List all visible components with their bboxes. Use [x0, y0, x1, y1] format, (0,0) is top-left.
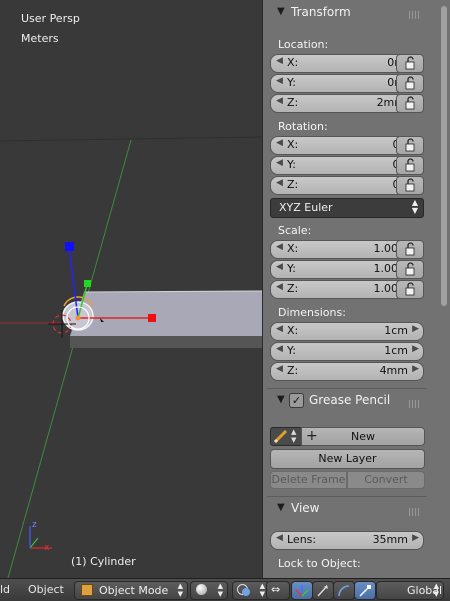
lock-scale-x-toggle[interactable]: [396, 240, 424, 259]
scale-manipulator-button[interactable]: [354, 581, 376, 600]
rotation-mode-select[interactable]: XYZ Euler ▲ ▼: [270, 198, 424, 218]
transform-panel-header[interactable]: ▼ Transform: [267, 4, 427, 24]
grease-pencil-selector[interactable]: ▲ ▼: [270, 427, 302, 446]
transform-orientation-select[interactable]: Global ▲ ▼: [376, 581, 444, 600]
dimensions-label: Dimensions:: [278, 306, 346, 319]
viewport-scene[interactable]: z x: [0, 0, 262, 578]
section-divider: [267, 388, 427, 389]
pivot-point-select[interactable]: ▲ ▼: [232, 581, 270, 600]
dimensions-y-field[interactable]: ◀ Y: 1cm ▶: [270, 342, 424, 361]
manipulator-icon: [295, 585, 309, 597]
lock-icon: [405, 282, 415, 296]
chevron-updown-icon: ▲ ▼: [259, 582, 265, 598]
lock-icon: [405, 178, 415, 192]
scale-label: Scale:: [278, 224, 312, 237]
3d-viewport[interactable]: User Persp Meters z x (1) Cylinder: [0, 0, 262, 578]
drag-handle-icon[interactable]: [409, 400, 421, 408]
arrows-icon: ⇔: [271, 583, 281, 596]
new-layer-button[interactable]: New Layer: [270, 449, 425, 469]
y-axis-line: [7, 139, 132, 578]
partial-menu-item[interactable]: ld: [0, 583, 10, 596]
cube-icon: [81, 584, 93, 596]
chevron-updown-icon: ▲ ▼: [217, 582, 223, 598]
translate-arrow-icon: [317, 585, 328, 597]
dimensions-z-field[interactable]: ◀ Z: 4mm ▶: [270, 362, 424, 381]
axis-widget: z x: [29, 520, 52, 553]
lock-rotation-y-toggle[interactable]: [396, 156, 424, 175]
lock-location-y-toggle[interactable]: [396, 74, 424, 93]
drag-handle-icon[interactable]: [409, 508, 421, 516]
lock-icon: [405, 262, 415, 276]
grease-pencil-checkbox[interactable]: ✓: [289, 393, 304, 408]
lock-icon: [405, 56, 415, 70]
solid-sphere-icon: [196, 584, 207, 595]
decrement-arrow-icon[interactable]: ◀: [276, 56, 283, 66]
new-grease-pencil-button[interactable]: + New: [301, 427, 425, 446]
chevron-updown-icon: ▲ ▼: [433, 582, 439, 598]
view-panel-header[interactable]: ▼ View: [267, 500, 427, 520]
transform-title: Transform: [291, 5, 351, 19]
collapse-triangle-icon: ▼: [277, 6, 285, 17]
grease-pencil-title: Grease Pencil: [309, 393, 391, 407]
rotate-manipulator-button[interactable]: [333, 581, 355, 600]
lock-rotation-z-toggle[interactable]: [396, 176, 424, 195]
grease-pencil-panel-header[interactable]: ▼ ✓ Grease Pencil: [267, 392, 427, 412]
svg-text:z: z: [32, 520, 37, 530]
chevron-updown-icon: ▲ ▼: [291, 428, 297, 444]
proportional-edit-toggle[interactable]: ⇔: [266, 581, 290, 600]
drag-handle-icon[interactable]: [409, 11, 421, 19]
active-object-label: (1) Cylinder: [71, 555, 136, 568]
collapse-triangle-icon: ▼: [277, 502, 285, 513]
view-title: View: [291, 501, 320, 515]
lock-icon: [405, 138, 415, 152]
lock-location-x-toggle[interactable]: [396, 54, 424, 73]
lock-icon: [405, 96, 415, 110]
lock-rotation-x-toggle[interactable]: [396, 136, 424, 155]
svg-text:x: x: [44, 543, 50, 553]
lock-scale-y-toggle[interactable]: [396, 260, 424, 279]
panel-scrollbar[interactable]: [441, 6, 447, 306]
section-divider: [267, 496, 427, 497]
mode-select[interactable]: Object Mode ▲ ▼: [74, 581, 188, 600]
lock-scale-z-toggle[interactable]: [396, 280, 424, 299]
pencil-icon: [273, 430, 288, 444]
scale-icon: [359, 585, 371, 597]
lens-field[interactable]: ◀ Lens: 35mm ▶: [270, 531, 424, 550]
lock-location-z-toggle[interactable]: [396, 94, 424, 113]
lock-icon: [405, 158, 415, 172]
viewport-header-bar[interactable]: ld Object Object Mode ▲ ▼ ▲ ▼ ▲ ▼ ⇔ Global …: [0, 578, 450, 601]
translate-manipulator-button[interactable]: [312, 581, 334, 600]
lock-icon: [405, 76, 415, 90]
collapse-triangle-icon: ▼: [277, 394, 285, 405]
delete-frame-button[interactable]: Delete Frame: [270, 471, 347, 489]
rotation-label: Rotation:: [278, 120, 328, 133]
lock-to-object-label: Lock to Object:: [278, 557, 361, 570]
rotate-arc-icon: [338, 585, 350, 597]
convert-button[interactable]: Convert: [347, 471, 425, 489]
manipulator-toggle[interactable]: [291, 581, 313, 600]
location-label: Location:: [278, 38, 329, 51]
chevron-updown-icon: ▲ ▼: [177, 582, 183, 598]
viewport-shading-select[interactable]: ▲ ▼: [190, 581, 228, 600]
properties-panel[interactable]: ▼ Transform Location: ◀ X: 0m ▶ ◀ Y: 0m …: [262, 0, 450, 578]
chevron-updown-icon: ▲ ▼: [411, 198, 418, 215]
object-menu[interactable]: Object: [28, 583, 64, 596]
lock-icon: [405, 242, 415, 256]
dimensions-x-field[interactable]: ◀ X: 1cm ▶: [270, 322, 424, 341]
cylinder-object: [62, 290, 262, 348]
plus-icon: +: [306, 428, 318, 444]
